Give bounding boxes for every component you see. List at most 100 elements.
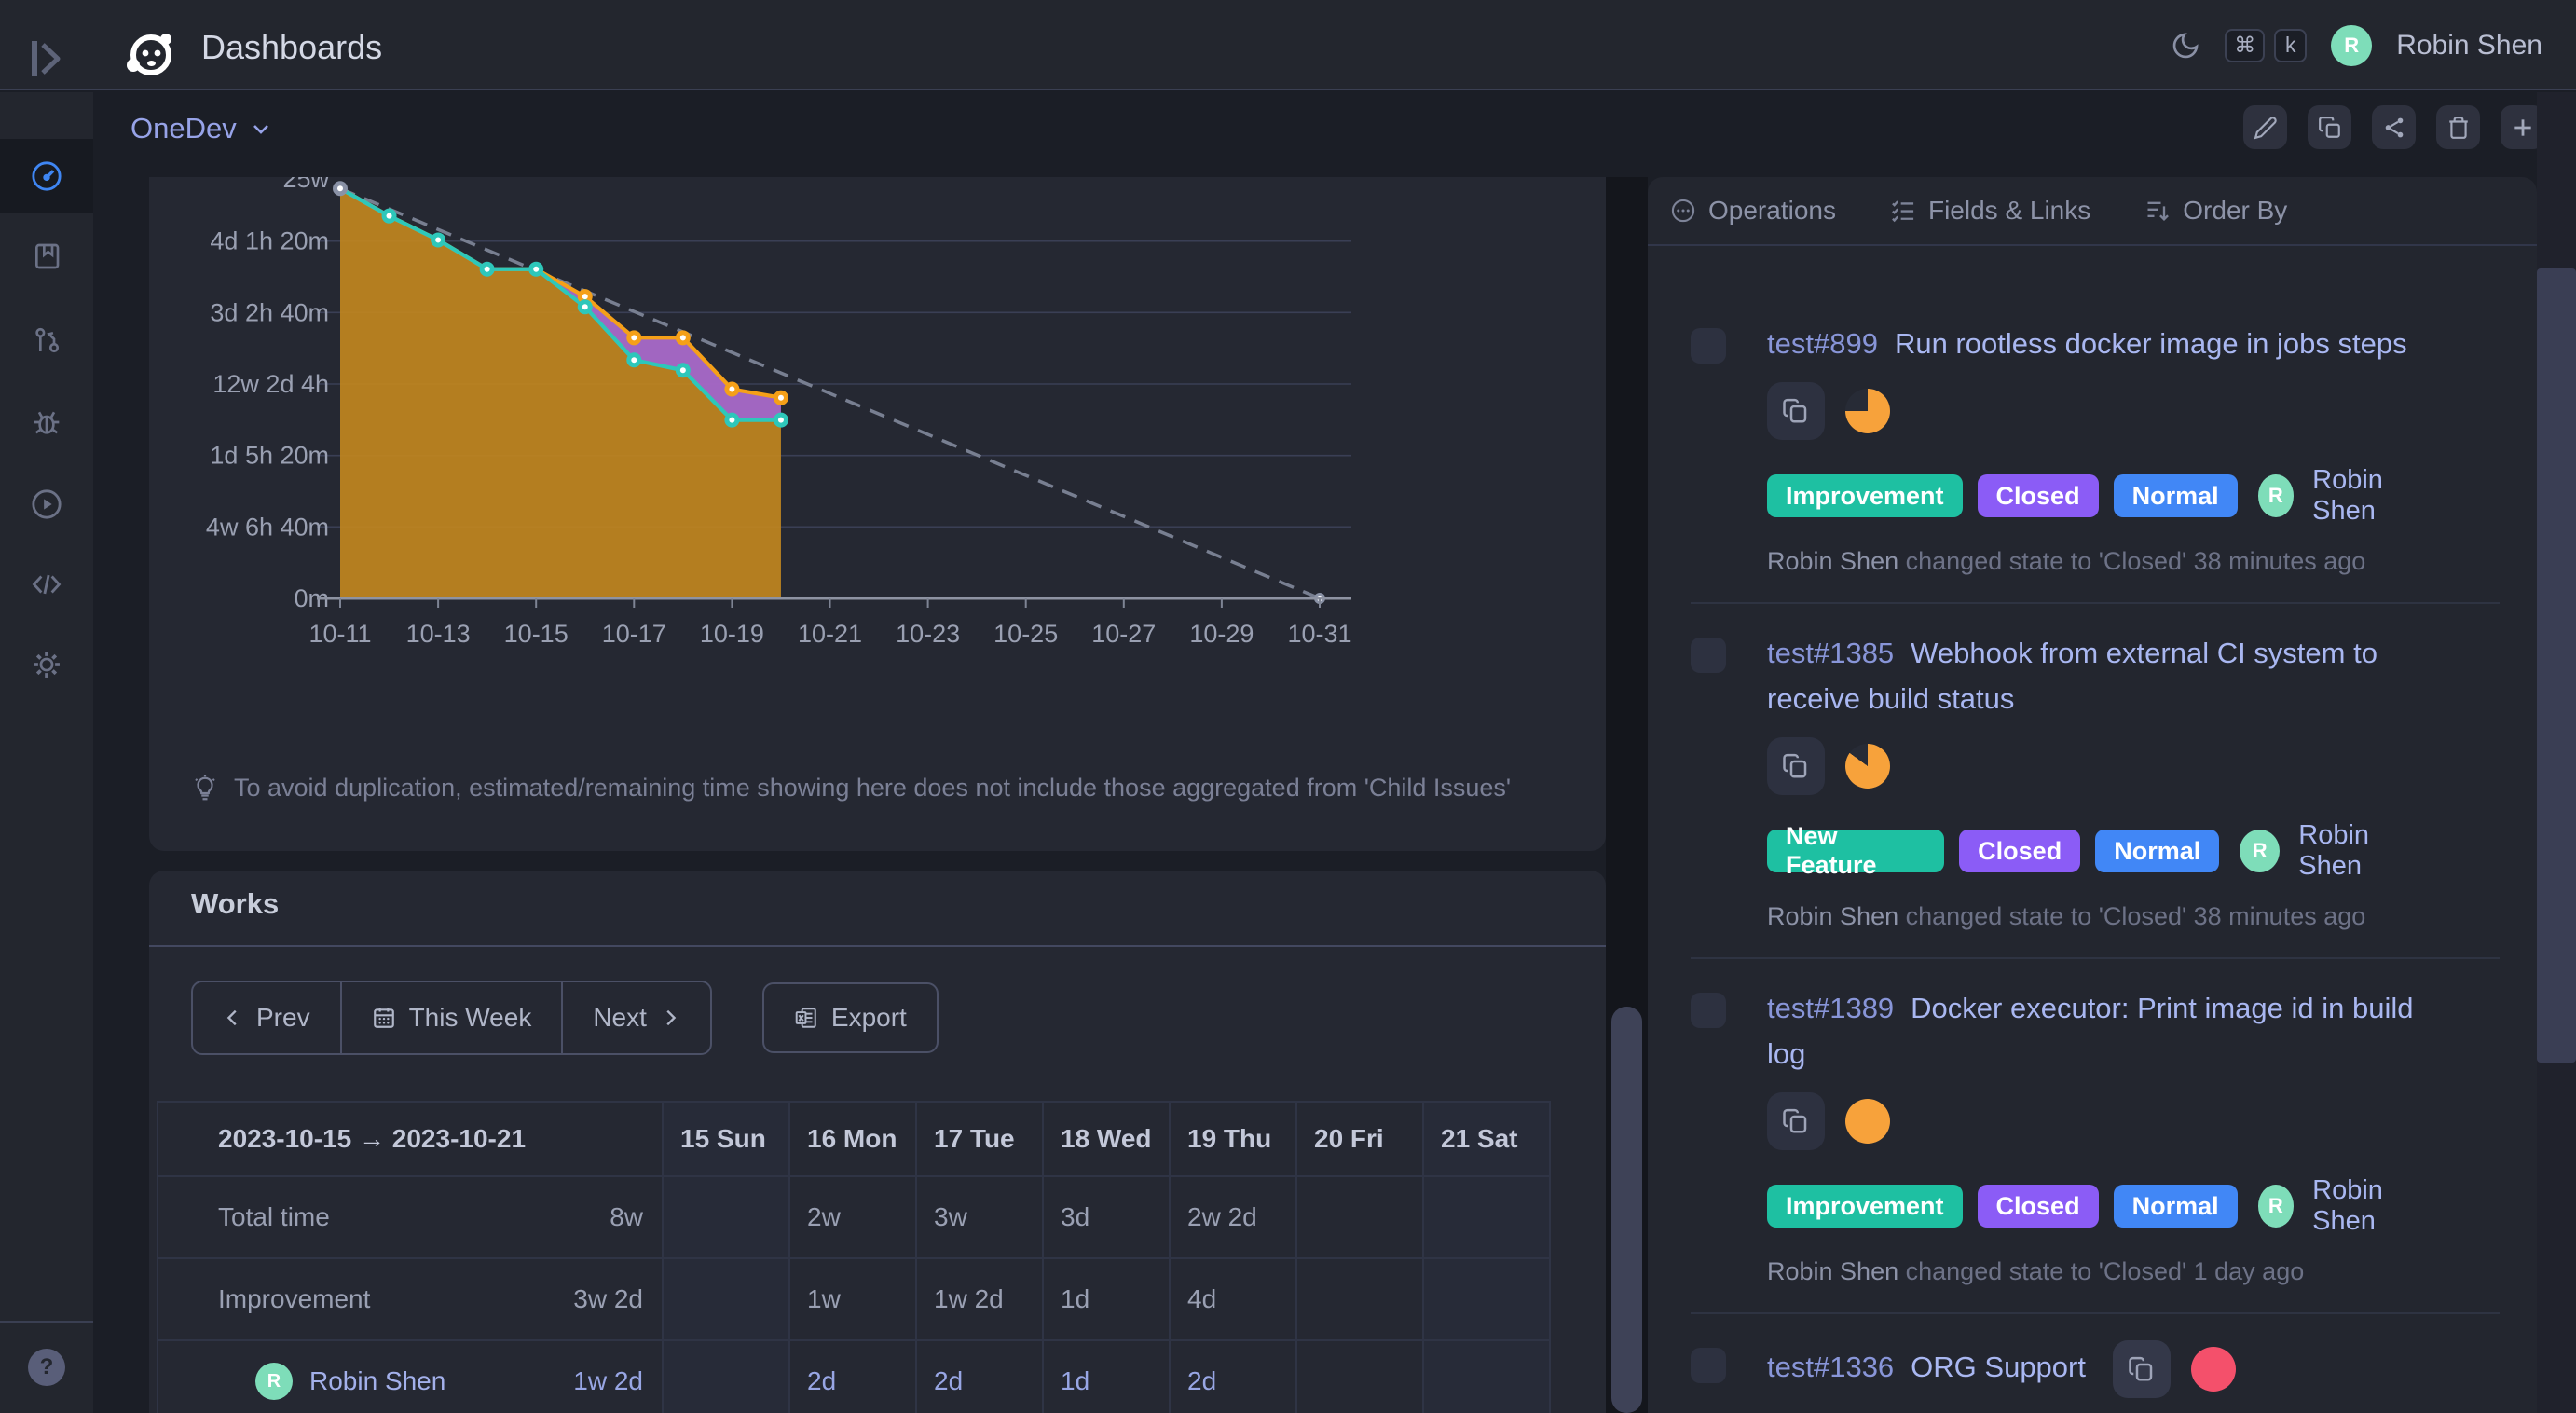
svg-text:4d 1h 20m: 4d 1h 20m: [210, 227, 329, 255]
dark-mode-moon-icon[interactable]: [2171, 31, 2200, 61]
issue-body: test#899Run rootless docker image in job…: [1767, 321, 2431, 576]
assignee-name[interactable]: Robin Shen: [2312, 1175, 2431, 1237]
day-header: 18 Wed: [1044, 1103, 1171, 1177]
copy-issue-button[interactable]: [1767, 1092, 1825, 1150]
user-name[interactable]: Robin Shen: [2396, 30, 2542, 62]
this-week-button[interactable]: This Week: [340, 982, 562, 1053]
issue-title[interactable]: test#1336ORG Support: [1767, 1340, 2431, 1398]
shortcut-keys[interactable]: ⌘ k: [2225, 29, 2307, 62]
chart-note: To avoid duplication, estimated/remainin…: [191, 774, 1570, 803]
sidebar-divider: [0, 1321, 93, 1323]
sidebar-collapse-icon[interactable]: [28, 32, 65, 86]
table-cell: 3d: [1044, 1177, 1171, 1259]
gauge-icon: [31, 160, 62, 192]
tab-fields-links[interactable]: Fields & Links: [1890, 196, 2090, 226]
project-switcher[interactable]: OneDev: [130, 112, 272, 145]
assignee-name[interactable]: Robin Shen: [2298, 820, 2431, 882]
prev-week-button[interactable]: Prev: [193, 982, 340, 1053]
issue-card: test#1389Docker executor: Print image id…: [1691, 959, 2500, 1314]
issue-checkbox[interactable]: [1691, 638, 1726, 673]
day-header: 19 Thu: [1171, 1103, 1297, 1177]
table-cell: [664, 1259, 790, 1341]
user-link[interactable]: Robin Shen: [309, 1366, 445, 1396]
svg-text:10-19: 10-19: [700, 620, 764, 648]
svg-text:10-21: 10-21: [798, 620, 862, 648]
issue-card: test#899Run rootless docker image in job…: [1691, 295, 2500, 604]
help-icon[interactable]: ?: [28, 1349, 65, 1386]
row-label-cell: Total time8w: [158, 1177, 664, 1259]
chart-note-text: To avoid duplication, estimated/remainin…: [234, 774, 1511, 803]
tab-operations[interactable]: Operations: [1670, 196, 1836, 226]
issue-activity: Robin Shen changed state to 'Closed' 38 …: [1767, 902, 2431, 931]
copy-issue-button[interactable]: [1767, 737, 1825, 795]
row-label-cell: Improvement3w 2d: [158, 1259, 664, 1341]
issue-ref: test#1389: [1767, 992, 1894, 1024]
table-cell: 3w: [917, 1177, 1044, 1259]
issue-panel-tabs: Operations Fields & Links Order By: [1648, 177, 2537, 244]
issue-ref: test#1385: [1767, 637, 1894, 669]
svg-text:10-23: 10-23: [896, 620, 960, 648]
next-week-button[interactable]: Next: [561, 982, 710, 1053]
sidebar-item-pull-requests[interactable]: [0, 303, 93, 377]
copy-icon: [1782, 752, 1810, 780]
sidebar-item-issues[interactable]: [0, 385, 93, 460]
sidebar-item-code[interactable]: [0, 547, 93, 622]
delete-dashboard-button[interactable]: [2436, 105, 2480, 149]
onedev-logo-icon[interactable]: [124, 28, 176, 84]
tag-normal: Normal: [2114, 474, 2238, 517]
tab-order-by[interactable]: Order By: [2144, 196, 2287, 226]
issue-checkbox[interactable]: [1691, 993, 1726, 1028]
sidebar-item-builds[interactable]: [0, 467, 93, 542]
trash-icon: [2446, 116, 2471, 140]
table-cell: [1424, 1259, 1551, 1341]
issue-card: test#1385Webhook from external CI system…: [1691, 604, 2500, 959]
export-button[interactable]: Export: [762, 982, 939, 1053]
issue-checkbox[interactable]: [1691, 328, 1726, 364]
user-avatar[interactable]: R: [2331, 25, 2372, 66]
main-scrollbar-track[interactable]: [1606, 177, 1648, 1413]
issue-checkbox[interactable]: [1691, 1348, 1726, 1383]
sidebar-nav: ?: [0, 92, 93, 1413]
svg-text:4w 6h 40m: 4w 6h 40m: [206, 513, 329, 541]
day-header: 20 Fri: [1297, 1103, 1424, 1177]
svg-text:10-15: 10-15: [504, 620, 569, 648]
sidebar-item-dashboards[interactable]: [0, 139, 93, 213]
burndown-chart-panel: 0m4w 6h 40m1d 5h 20m12w 2d 4h3d 2h 40m4d…: [149, 177, 1606, 851]
right-scrollbar-thumb[interactable]: [2537, 268, 2576, 1063]
sidebar-item-administration[interactable]: [0, 627, 93, 702]
lightbulb-icon: [191, 775, 219, 803]
issue-list: test#899Run rootless docker image in job…: [1648, 295, 2537, 1413]
assignee-avatar: R: [2240, 830, 2280, 872]
svg-text:10-11: 10-11: [308, 620, 371, 648]
page-title: Dashboards: [201, 28, 382, 67]
activity-user: Robin Shen: [1767, 902, 1898, 930]
main-scrollbar-thumb[interactable]: [1611, 1007, 1642, 1413]
works-panel-title: Works: [191, 887, 279, 921]
avatar: R: [255, 1363, 293, 1400]
progress-pie-icon: [1845, 1099, 1890, 1144]
table-cell: 2d: [917, 1341, 1044, 1413]
issue-title[interactable]: test#1389Docker executor: Print image id…: [1767, 985, 2431, 1077]
table-cell: 2w 2d: [1171, 1177, 1297, 1259]
issue-tag-row: New FeatureClosedNormalRRobin Shen: [1767, 820, 2431, 882]
tabs-divider: [1648, 244, 2537, 246]
bug-icon: [32, 407, 62, 437]
tag-normal: Normal: [2114, 1185, 2238, 1228]
issue-title[interactable]: test#1385Webhook from external CI system…: [1767, 630, 2431, 721]
issue-title[interactable]: test#899Run rootless docker image in job…: [1767, 321, 2431, 366]
edit-dashboard-button[interactable]: [2243, 105, 2287, 149]
copy-dashboard-button[interactable]: [2308, 105, 2351, 149]
progress-pie-icon: [1845, 389, 1890, 433]
sidebar-item-projects[interactable]: [0, 219, 93, 294]
copy-issue-button[interactable]: [2113, 1340, 2171, 1398]
copy-issue-button[interactable]: [1767, 382, 1825, 440]
share-icon: [2382, 116, 2406, 140]
share-dashboard-button[interactable]: [2372, 105, 2416, 149]
issue-body: test#1336ORG Support New FeatureClosedMi…: [1767, 1340, 2431, 1413]
issue-title-text: ORG Support: [1911, 1351, 2086, 1383]
assignee-name[interactable]: Robin Shen: [2312, 465, 2431, 527]
right-scrollbar-track[interactable]: [2537, 92, 2576, 1413]
activity-text: changed state to 'Closed' 38 minutes ago: [1906, 547, 2366, 575]
table-cell: 1w 2d: [917, 1259, 1044, 1341]
project-name: OneDev: [130, 112, 237, 145]
